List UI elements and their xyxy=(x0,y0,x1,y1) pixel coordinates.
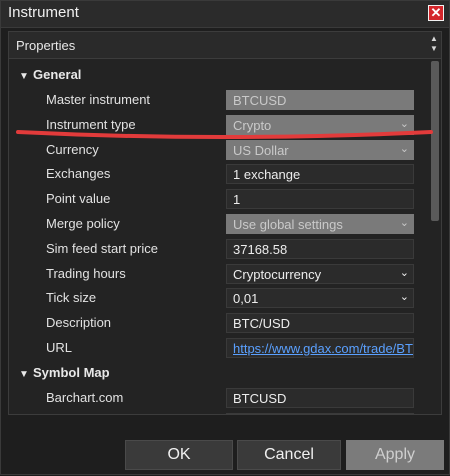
red-annotation-line xyxy=(16,130,433,139)
ok-button[interactable]: OK xyxy=(125,440,233,470)
instrument-dialog: Instrument ✕ Properties ▲ ▼ ▼ General Mast… xyxy=(0,0,450,475)
apply-button[interactable]: Apply xyxy=(346,440,444,470)
cancel-button[interactable]: Cancel xyxy=(237,440,341,470)
